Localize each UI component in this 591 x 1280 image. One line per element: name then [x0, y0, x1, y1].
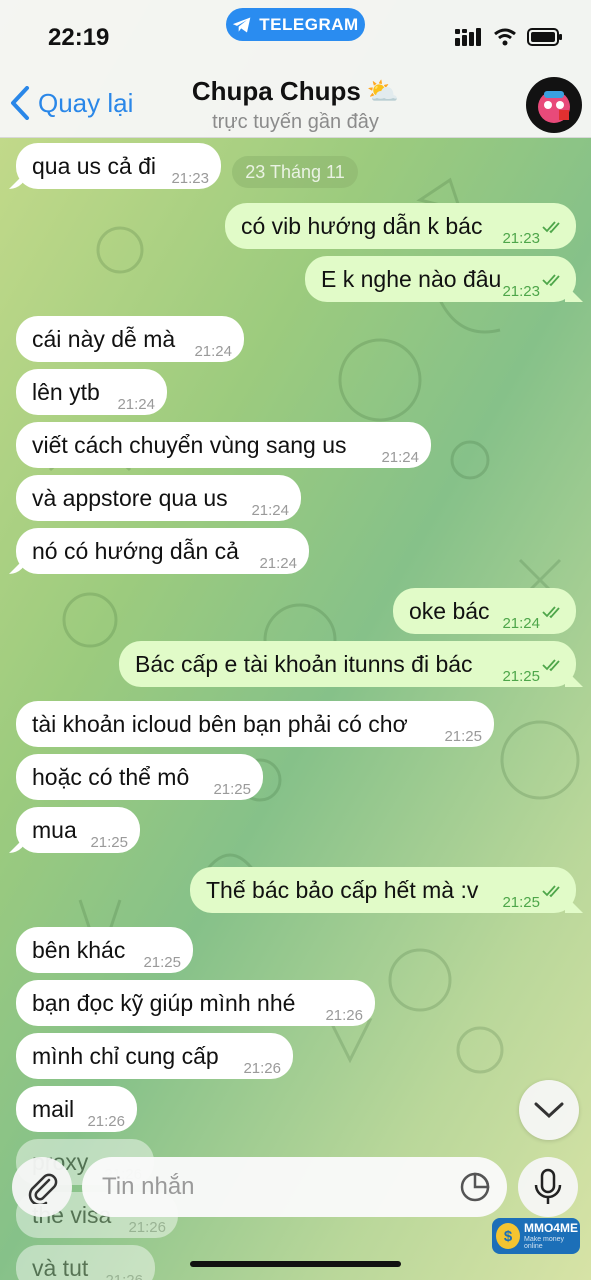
message-text: oke bác — [409, 598, 490, 624]
message-text: tài khoản icloud bên bạn phải có chơ — [32, 711, 408, 737]
outgoing-message[interactable]: E k nghe nào đâu 21:23 — [305, 256, 576, 302]
incoming-message[interactable]: bạn đọc kỹ giúp mình nhé 21:26 — [16, 980, 375, 1026]
incoming-message[interactable]: mail 21:26 — [16, 1086, 137, 1132]
back-label: Quay lại — [38, 87, 134, 118]
incoming-message[interactable]: mình chỉ cung cấp 21:26 — [16, 1033, 293, 1079]
incoming-message[interactable]: hoặc có thể mô 21:25 — [16, 754, 263, 800]
sticker-icon — [460, 1172, 490, 1202]
watermark-tagline: Make money online — [523, 1235, 565, 1250]
title-emoji: ⛅ — [366, 76, 400, 106]
chat-header: 22:19 TELEGRAM Quay lại Chupa Chups ⛅ tr… — [0, 0, 591, 138]
incoming-message[interactable]: tài khoản icloud bên bạn phải có chơ 21:2… — [16, 701, 494, 747]
outgoing-message[interactable]: Bác cấp e tài khoản itunns đi bác 21:25 — [119, 641, 576, 687]
message-time: 21:24 — [194, 343, 232, 360]
message-text: bạn đọc kỹ giúp mình nhé — [32, 990, 296, 1016]
message-text: có vib hướng dẫn k bác — [241, 213, 483, 239]
scroll-down-button[interactable] — [519, 1080, 579, 1140]
chevron-left-icon — [11, 86, 29, 120]
microphone-icon — [534, 1168, 562, 1204]
message-time: 21:26 — [243, 1060, 281, 1077]
wifi-icon — [494, 28, 516, 46]
message-text: E k nghe nào đâu — [321, 266, 502, 292]
double-check-icon — [542, 606, 560, 619]
message-time: 21:24 — [259, 555, 297, 572]
message-text: qua us cả đi — [32, 153, 157, 179]
incoming-message[interactable]: qua us cả đi 21:23 — [16, 143, 221, 189]
avatar-image — [538, 91, 570, 123]
incoming-message[interactable]: cái này dễ mà 21:24 — [16, 316, 244, 362]
message-text: viết cách chuyển vùng sang us — [32, 432, 347, 458]
double-check-icon — [542, 221, 560, 234]
message-text: Bác cấp e tài khoản itunns đi bác — [135, 651, 473, 677]
chevron-down-icon — [534, 1102, 564, 1119]
message-text: cái này dễ mà — [32, 326, 176, 352]
incoming-message[interactable]: lên ytb 21:24 — [16, 369, 167, 415]
telegram-pill[interactable]: TELEGRAM — [226, 8, 365, 41]
sticker-button[interactable] — [451, 1163, 499, 1211]
message-time: 21:26 — [105, 1258, 143, 1280]
message-time: 21:25 — [444, 728, 482, 745]
outgoing-message[interactable]: có vib hướng dẫn k bác 21:23 — [225, 203, 576, 249]
incoming-message[interactable]: và appstore qua us 21:24 — [16, 475, 301, 521]
message-text: hoặc có thể mô — [32, 764, 190, 790]
message-time: 21:23 — [502, 283, 540, 300]
incoming-message[interactable]: nó có hướng dẫn cả 21:24 — [16, 528, 309, 574]
paperclip-icon — [28, 1173, 58, 1204]
message-text: mình chỉ cung cấp — [32, 1043, 219, 1069]
avatar[interactable] — [526, 77, 582, 133]
message-text: và tut — [32, 1255, 89, 1280]
telegram-icon — [233, 17, 251, 32]
message-time: 21:24 — [381, 449, 419, 466]
message-time: 21:26 — [325, 1007, 363, 1024]
double-check-icon — [542, 885, 560, 898]
chat-status: trực tuyến gần đây — [212, 111, 379, 133]
message-text: và appstore qua us — [32, 485, 228, 511]
message-text: lên ytb — [32, 379, 100, 405]
message-time: 21:25 — [90, 834, 128, 851]
home-indicator — [190, 1261, 401, 1267]
status-icons — [455, 28, 563, 46]
message-text: mail — [32, 1096, 75, 1122]
signal-icon — [455, 28, 481, 46]
back-button[interactable]: Quay lại — [10, 86, 133, 120]
incoming-message[interactable]: mua 21:25 — [16, 807, 140, 853]
message-text: bên khác — [32, 937, 126, 963]
incoming-message[interactable]: và tut 21:26 — [16, 1245, 155, 1280]
telegram-pill-label: TELEGRAM — [259, 14, 359, 34]
message-time: 21:25 — [213, 781, 251, 798]
double-check-icon — [542, 659, 560, 672]
message-input[interactable] — [82, 1173, 451, 1201]
double-check-icon — [542, 274, 560, 287]
battery-icon — [527, 28, 562, 46]
watermark-brand: MMO4ME — [523, 1221, 578, 1236]
incoming-message[interactable]: bên khác 21:25 — [16, 927, 193, 973]
status-time: 22:19 — [48, 24, 110, 51]
message-input-bar[interactable] — [82, 1157, 507, 1217]
dollar-icon: $ — [496, 1223, 520, 1249]
attach-button[interactable] — [12, 1157, 72, 1217]
outgoing-message[interactable]: oke bác 21:24 — [393, 588, 576, 634]
message-time: 21:25 — [502, 894, 540, 911]
message-text: mua — [32, 817, 77, 843]
message-time: 21:23 — [171, 170, 209, 187]
outgoing-message[interactable]: Thế bác bảo cấp hết mà :v 21:25 — [190, 867, 576, 913]
message-text: Thế bác bảo cấp hết mà :v — [206, 877, 479, 903]
message-time: 21:25 — [502, 668, 540, 685]
incoming-message[interactable]: viết cách chuyển vùng sang us 21:24 — [16, 422, 431, 468]
voice-record-button[interactable] — [518, 1157, 578, 1217]
chat-title: Chupa Chups — [191, 76, 361, 106]
message-text: nó có hướng dẫn cả — [32, 538, 239, 564]
watermark-logo: $ MMO4ME Make money online — [492, 1218, 580, 1254]
chat-title-block[interactable]: Chupa Chups ⛅ trực tuyến gần đây — [150, 76, 441, 134]
date-separator: 23 Tháng 11 — [232, 156, 358, 188]
